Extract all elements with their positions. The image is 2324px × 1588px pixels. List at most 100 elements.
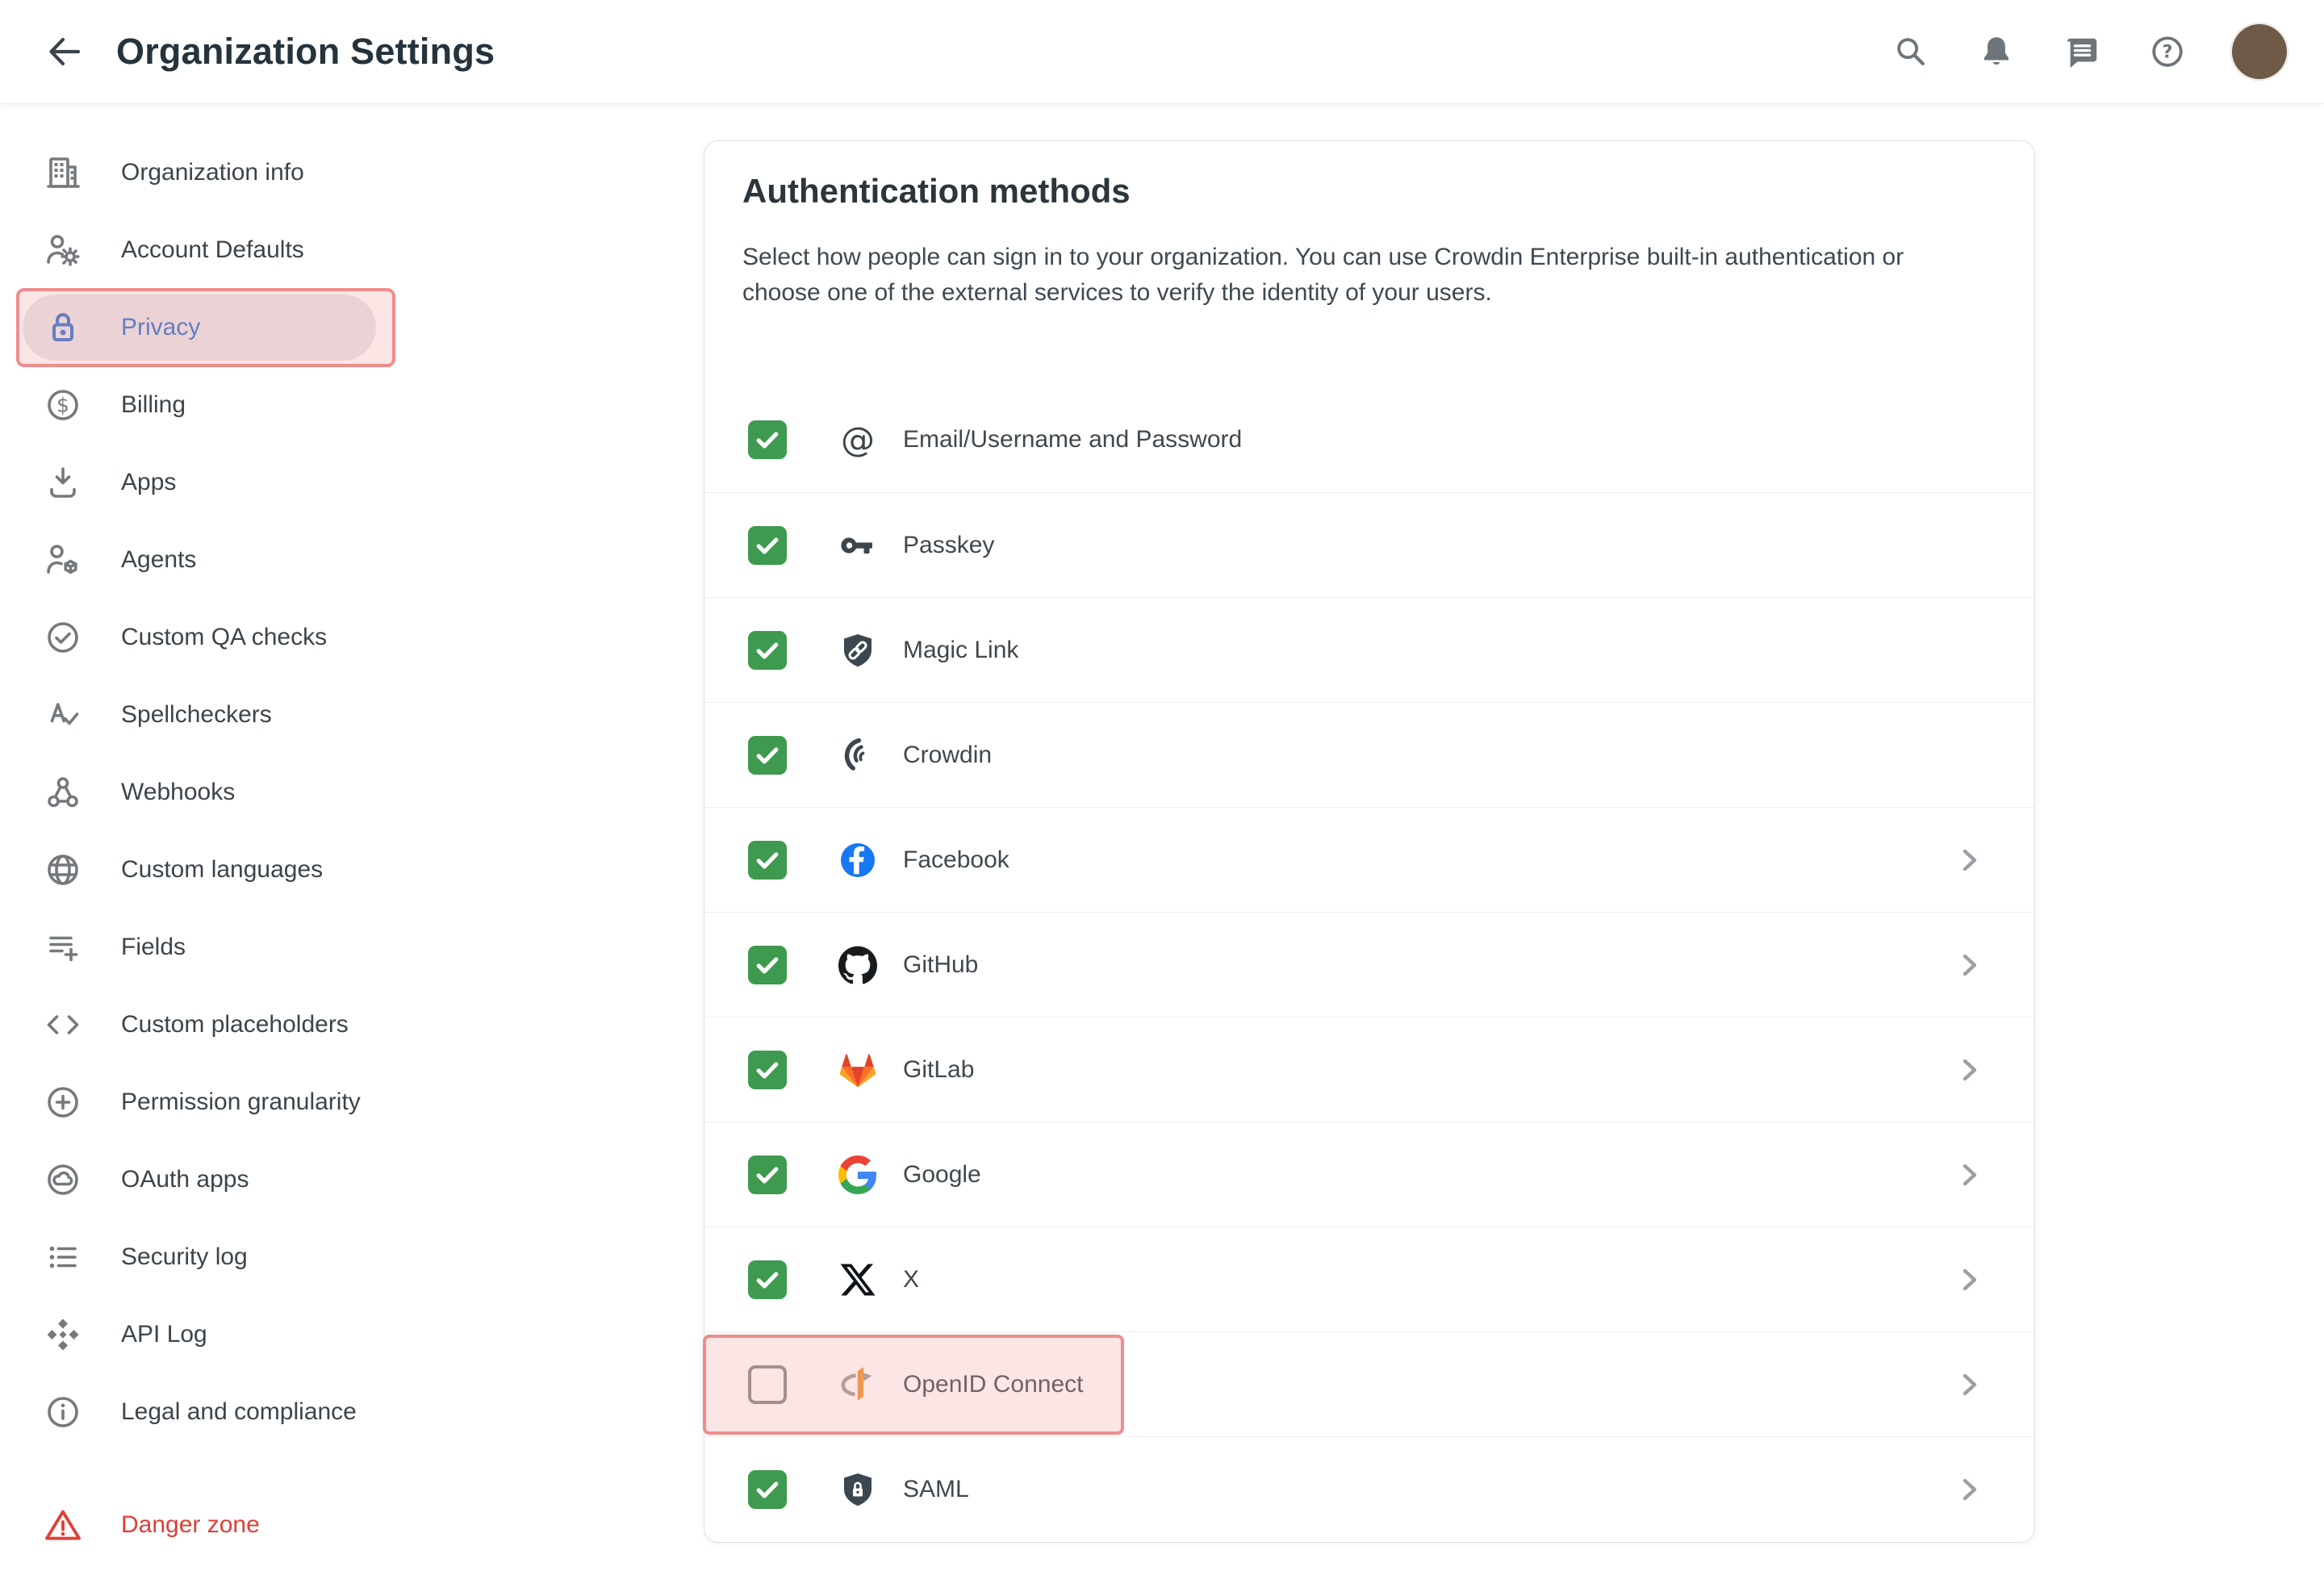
auth-method-row-x[interactable]: X: [704, 1227, 2034, 1331]
auth-method-label: X: [903, 1265, 920, 1293]
card-description: Select how people can sign in to your or…: [742, 244, 1904, 306]
sidebar-item-label: Organization info: [121, 159, 304, 186]
help-button[interactable]: ?: [2145, 29, 2190, 74]
sidebar-item-security-log[interactable]: Security log: [0, 1218, 704, 1296]
checkbox-checked[interactable]: [748, 945, 787, 984]
sidebar-item-custom-placeholders[interactable]: Custom placeholders: [0, 986, 704, 1064]
chevron-right-icon[interactable]: [1955, 1055, 1984, 1084]
sidebar-item-label: Permission granularity: [121, 1089, 361, 1115]
page-layout: Organization info Account Defaults Privacy…: [0, 103, 2324, 1588]
sidebar-item-account-defaults[interactable]: Account Defaults: [0, 211, 704, 289]
cloud-circle-icon: [44, 1160, 82, 1199]
chevron-right-icon[interactable]: [1955, 846, 1984, 875]
sidebar-item-label: Custom languages: [121, 856, 324, 883]
auth-method-row-passkey[interactable]: Passkey: [704, 492, 2034, 597]
sidebar-item-label: Fields: [121, 934, 186, 960]
building-icon: [44, 153, 82, 192]
checkbox-checked[interactable]: [748, 735, 787, 775]
sidebar-item-fields[interactable]: Fields: [0, 909, 704, 986]
list-add-icon: [44, 928, 82, 967]
sidebar-item-label: Billing: [121, 391, 186, 418]
messages-button[interactable]: [2059, 29, 2105, 74]
sidebar-item-webhooks[interactable]: Webhooks: [0, 754, 704, 831]
main-content: Authentication methods Select how people…: [703, 103, 2324, 1588]
sidebar-item-danger-zone[interactable]: Danger zone: [0, 1486, 704, 1564]
auth-method-label: GitLab: [903, 1055, 975, 1083]
arrow-left-icon: [45, 32, 84, 71]
sidebar-item-label: Apps: [121, 469, 177, 495]
sidebar-item-custom-languages[interactable]: Custom languages: [0, 831, 704, 909]
sidebar-item-custom-qa-checks[interactable]: Custom QA checks: [0, 599, 704, 676]
svg-text:?: ?: [2163, 43, 2173, 63]
auth-methods-card: Authentication methods Select how people…: [703, 140, 2035, 1543]
github-icon: [838, 946, 877, 984]
search-icon: [1892, 33, 1929, 70]
checkbox-checked[interactable]: [748, 840, 787, 880]
facebook-icon: [838, 841, 877, 880]
plus-circle-icon: [44, 1083, 82, 1122]
dollar-circle-icon: $: [44, 386, 82, 424]
checkbox-checked[interactable]: [748, 630, 787, 670]
chevron-right-icon[interactable]: [1955, 1265, 1984, 1294]
sidebar-nav: Organization info Account Defaults Privacy…: [0, 103, 704, 1588]
checkbox-checked[interactable]: [748, 1469, 787, 1509]
sidebar-item-oauth-apps[interactable]: OAuth apps: [0, 1141, 704, 1218]
auth-method-label: SAML: [903, 1475, 969, 1502]
sidebar-item-organization-info[interactable]: Organization info: [0, 134, 704, 211]
chevron-right-icon[interactable]: [1955, 1370, 1984, 1399]
api-icon: [44, 1315, 82, 1354]
header-actions: ?: [1888, 23, 2288, 81]
checkbox-checked[interactable]: [748, 1050, 787, 1089]
auth-method-label: Passkey: [903, 531, 995, 558]
help-icon: ?: [2149, 33, 2186, 70]
sidebar-item-spellcheckers[interactable]: Spellcheckers: [0, 676, 704, 754]
openid-icon: [838, 1365, 877, 1404]
sidebar-item-api-log[interactable]: API Log: [0, 1296, 704, 1373]
auth-method-row-crowdin[interactable]: Crowdin: [704, 702, 2034, 807]
auth-method-row-github[interactable]: GitHub: [704, 912, 2034, 1017]
sidebar-item-billing[interactable]: $ Billing: [0, 366, 704, 444]
sidebar-item-legal-and-compliance[interactable]: Legal and compliance: [0, 1373, 704, 1451]
checkbox-checked[interactable]: [748, 1155, 787, 1194]
checkbox-checked[interactable]: [748, 420, 787, 459]
info-circle-icon: [44, 1393, 82, 1431]
auth-method-row-facebook[interactable]: Facebook: [704, 807, 2034, 912]
x-icon: [838, 1260, 877, 1299]
auth-method-row-openid-connect[interactable]: OpenID Connect: [703, 1331, 2034, 1436]
svg-text:@: @: [841, 420, 875, 459]
sidebar-item-label: Agents: [121, 546, 197, 573]
chevron-right-icon[interactable]: [1955, 1160, 1984, 1189]
sidebar-item-apps[interactable]: Apps: [0, 444, 704, 521]
download-icon: [44, 463, 82, 502]
chat-icon: [2063, 33, 2100, 70]
auth-method-row-gitlab[interactable]: GitLab: [704, 1017, 2034, 1122]
chevron-right-icon[interactable]: [1955, 951, 1984, 980]
auth-method-label: Magic Link: [903, 636, 1019, 663]
sidebar-item-permission-granularity[interactable]: Permission granularity: [0, 1064, 704, 1141]
page-title: Organization Settings: [116, 31, 495, 72]
sidebar-item-label: Legal and compliance: [121, 1398, 357, 1425]
svg-text:$: $: [56, 394, 69, 417]
auth-method-row-google[interactable]: Google: [704, 1122, 2034, 1227]
search-button[interactable]: [1888, 29, 1933, 74]
auth-method-row-saml[interactable]: SAML: [704, 1436, 2034, 1541]
checkbox-checked[interactable]: [748, 1260, 787, 1299]
sidebar-item-label: Privacy: [121, 314, 201, 341]
checkbox-unchecked[interactable]: [748, 1364, 787, 1404]
chevron-right-icon[interactable]: [1955, 1475, 1984, 1504]
lock-icon: [44, 308, 82, 347]
code-icon: [44, 1005, 82, 1044]
sidebar-item-agents[interactable]: Agents: [0, 521, 704, 599]
user-avatar[interactable]: [2230, 23, 2288, 81]
auth-method-row-magic-link[interactable]: Magic Link: [704, 597, 2034, 702]
notifications-button[interactable]: [1974, 29, 2019, 74]
auth-method-row-email-username-and-password[interactable]: @ Email/Username and Password: [704, 387, 2034, 492]
back-button[interactable]: [36, 23, 94, 81]
auth-method-label: OpenID Connect: [903, 1370, 1084, 1398]
sidebar-item-privacy[interactable]: Privacy: [0, 288, 704, 367]
checkbox-checked[interactable]: [748, 525, 787, 565]
sidebar-item-label: API Log: [121, 1321, 207, 1348]
check-circle-icon: [44, 618, 82, 657]
warning-icon: [44, 1506, 82, 1544]
auth-method-label: Email/Username and Password: [903, 426, 1243, 453]
